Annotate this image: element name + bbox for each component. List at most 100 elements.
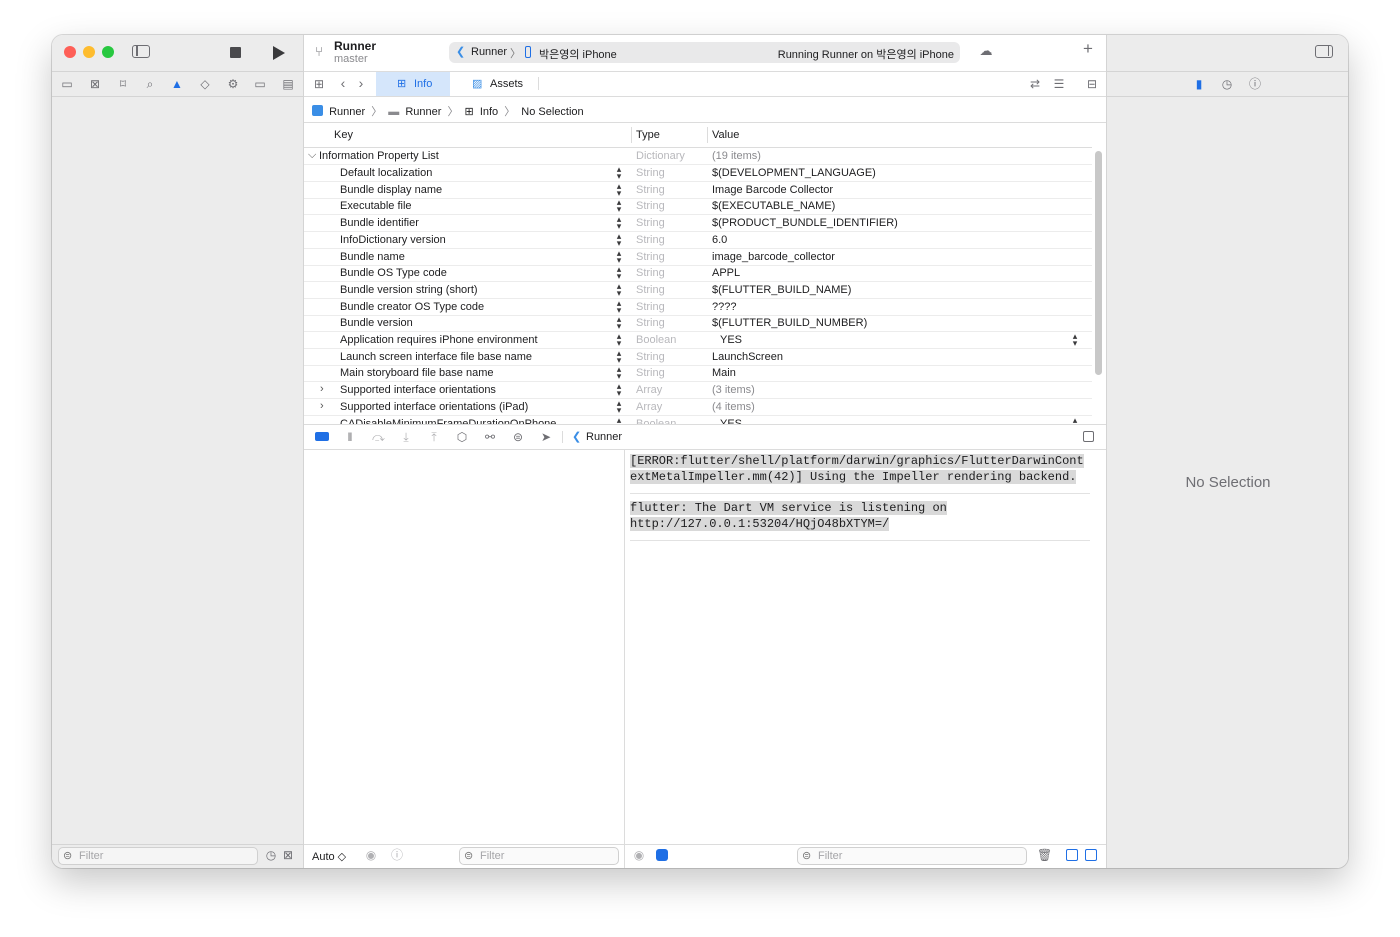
view-hierarchy-icon[interactable]: ⬡ <box>456 430 468 444</box>
debug-icon[interactable]: ⚙ <box>226 77 240 91</box>
bookmark-icon[interactable]: ⌑ <box>116 77 130 91</box>
key-stepper-icon[interactable]: ▴▾ <box>614 298 624 314</box>
table-row[interactable]: Bundle OS Type code ▴ ▾ String APPL <box>304 265 1092 283</box>
eye-icon[interactable]: ◉ <box>632 848 646 862</box>
key-stepper-icon[interactable]: ▴▾ <box>614 382 624 398</box>
table-row[interactable]: Default localization ▴ ▾ String $(DEVELOPMEN… <box>304 165 1092 182</box>
chevron-down-icon[interactable]: ⌵ <box>308 149 316 162</box>
pause-icon[interactable]: ‖ <box>344 430 356 444</box>
table-row[interactable]: Bundle version string (short) ▴ ▾ String $(F… <box>304 281 1092 299</box>
table-row[interactable]: Bundle name ▴ ▾ String image_barcode_collect… <box>304 248 1092 266</box>
step-out-icon[interactable]: ⤒ <box>428 430 440 444</box>
header-value[interactable]: Value <box>712 129 739 141</box>
table-row[interactable]: Bundle display name ▴ ▾ String Image Barcode… <box>304 181 1092 199</box>
variables-mode-selector[interactable]: Auto ◇ <box>312 850 346 863</box>
table-row[interactable]: Bundle creator OS Type code ▴ ▾ String???? <box>304 298 1092 316</box>
table-row[interactable]: Main storyboard file base name ▴ ▾ String Ma… <box>304 365 1092 383</box>
key-stepper-icon[interactable]: ▴▾ <box>614 315 624 331</box>
breakpoint-icon[interactable]: ▭ <box>253 77 267 91</box>
table-row[interactable]: Bundle identifier ▴ ▾ String $(PRODUCT_BUNDL… <box>304 215 1092 233</box>
tab-info[interactable]: ⊞ Info <box>376 72 450 96</box>
file-inspector-icon[interactable]: ▮ <box>1193 77 1205 91</box>
show-variables-icon[interactable] <box>1066 849 1078 861</box>
key-stepper-icon[interactable]: ▴▾ <box>614 215 624 231</box>
breadcrumb-group[interactable]: Runner <box>405 106 441 118</box>
report-icon[interactable]: ▤ <box>281 77 295 91</box>
run-button[interactable] <box>273 46 285 60</box>
table-row[interactable]: › Supported interface orientations (iPad)… <box>304 398 1092 416</box>
chevron-right-icon[interactable]: › <box>320 400 324 412</box>
lines-icon[interactable]: ☰ <box>1051 77 1067 91</box>
value-stepper-icon[interactable]: ▴▾ <box>1070 415 1080 424</box>
key-stepper-icon[interactable]: ▴▾ <box>614 365 624 381</box>
scheme-selector[interactable]: ❮ Runner 〉 박은영의 iPhone Running Runner on… <box>449 42 960 63</box>
console-view[interactable]: [ERROR:flutter/shell/platform/darwin/gra… <box>630 453 1090 541</box>
debug-area-divider[interactable] <box>624 450 625 868</box>
console-filter-input[interactable]: ⊜ Filter <box>797 847 1027 865</box>
table-row[interactable]: Bundle version ▴ ▾ String $(FLUTTER_BUILD_NU… <box>304 315 1092 333</box>
folder-icon[interactable]: ▭ <box>60 77 74 91</box>
key-stepper-icon[interactable]: ▴▾ <box>614 231 624 247</box>
close-window-button[interactable] <box>64 46 76 58</box>
key-stepper-icon[interactable]: ▴▾ <box>614 398 624 414</box>
step-into-icon[interactable]: ⤓ <box>400 430 412 444</box>
debug-target[interactable]: Runner <box>586 431 622 443</box>
key-stepper-icon[interactable]: ▴▾ <box>614 332 624 348</box>
table-row[interactable]: InfoDictionary version ▴ ▾ String 6.0 <box>304 231 1092 249</box>
key-stepper-icon[interactable]: ▴▾ <box>614 348 624 364</box>
breadcrumb-file[interactable]: Info <box>480 106 498 118</box>
environment-overrides-icon[interactable]: ⊜ <box>512 430 524 444</box>
show-console-icon[interactable] <box>1085 849 1097 861</box>
recent-files-icon[interactable]: ◷ <box>264 848 278 862</box>
memory-graph-icon[interactable]: ⚯ <box>484 430 496 444</box>
search-icon[interactable]: ⌕ <box>143 77 157 91</box>
source-filter-icon[interactable]: ⊠ <box>281 848 295 862</box>
key-stepper-icon[interactable]: ▴▾ <box>614 281 624 297</box>
table-row[interactable]: CADisableMinimumFrameDurationOnPhone▴▾Bo… <box>304 415 1092 424</box>
cloud-icon[interactable]: ☁ <box>978 44 994 58</box>
trash-icon[interactable]: 🗑 <box>1037 848 1052 862</box>
forward-arrow-icon[interactable]: › <box>355 76 367 90</box>
breadcrumb-project[interactable]: Runner <box>329 106 365 118</box>
plist-scrollbar[interactable] <box>1095 151 1102 375</box>
table-row[interactable]: Application requires iPhone environment ▴… <box>304 332 1092 349</box>
minimize-window-button[interactable] <box>83 46 95 58</box>
header-key[interactable]: Key <box>334 129 353 141</box>
back-arrow-icon[interactable]: ‹ <box>337 76 349 90</box>
split-editor-icon[interactable]: ⊟ <box>1085 77 1099 91</box>
inspector-toggle-icon[interactable] <box>1315 45 1333 58</box>
step-over-icon[interactable]: ⤼ <box>372 430 385 444</box>
grid-icon[interactable]: ⊞ <box>312 77 326 91</box>
navigator-filter-input[interactable]: ⊜ Filter <box>58 847 258 865</box>
table-row[interactable]: Executable file ▴ ▾ String $(EXECUTABLE_NAME… <box>304 198 1092 216</box>
key-stepper-icon[interactable]: ▴▾ <box>614 198 624 214</box>
chevron-right-icon[interactable]: › <box>320 383 324 395</box>
key-stepper-icon[interactable]: ▴▾ <box>614 415 624 424</box>
tab-assets[interactable]: ▨ Assets <box>450 72 536 96</box>
help-icon[interactable]: ⓘ <box>1248 77 1262 91</box>
swap-icon[interactable]: ⇄ <box>1028 77 1042 91</box>
device-name[interactable]: 박은영의 iPhone <box>539 46 617 62</box>
scheme-name[interactable]: Runner <box>471 46 507 58</box>
table-row-root[interactable]: ⌵ Information Property List Dictionary (… <box>304 148 1092 165</box>
test-icon[interactable]: ◇ <box>198 77 212 91</box>
breakpoints-toggle-icon[interactable] <box>315 432 329 441</box>
header-type[interactable]: Type <box>636 129 660 141</box>
hide-debug-area-icon[interactable] <box>1083 431 1094 442</box>
table-row[interactable]: › Supported interface orientations ▴ ▾ Array… <box>304 382 1092 400</box>
toggle-icon[interactable] <box>656 849 668 861</box>
key-stepper-icon[interactable]: ▴▾ <box>614 181 624 197</box>
add-button[interactable]: + <box>1080 40 1096 57</box>
key-stepper-icon[interactable]: ▴▾ <box>614 165 624 181</box>
eye-icon[interactable]: ◉ <box>364 848 378 862</box>
stop-button[interactable] <box>230 47 241 58</box>
warning-icon[interactable]: ▲ <box>170 77 184 91</box>
history-icon[interactable]: ◷ <box>1220 77 1234 91</box>
zoom-window-button[interactable] <box>102 46 114 58</box>
location-icon[interactable]: ➤ <box>540 430 552 444</box>
source-control-icon[interactable]: ⊠ <box>88 77 102 91</box>
sidebar-toggle-icon[interactable] <box>132 45 150 58</box>
table-row[interactable]: Launch screen interface file base name ▴ ▾… <box>304 348 1092 366</box>
key-stepper-icon[interactable]: ▴▾ <box>614 248 624 264</box>
variables-filter-input[interactable]: ⊜ Filter <box>459 847 619 865</box>
